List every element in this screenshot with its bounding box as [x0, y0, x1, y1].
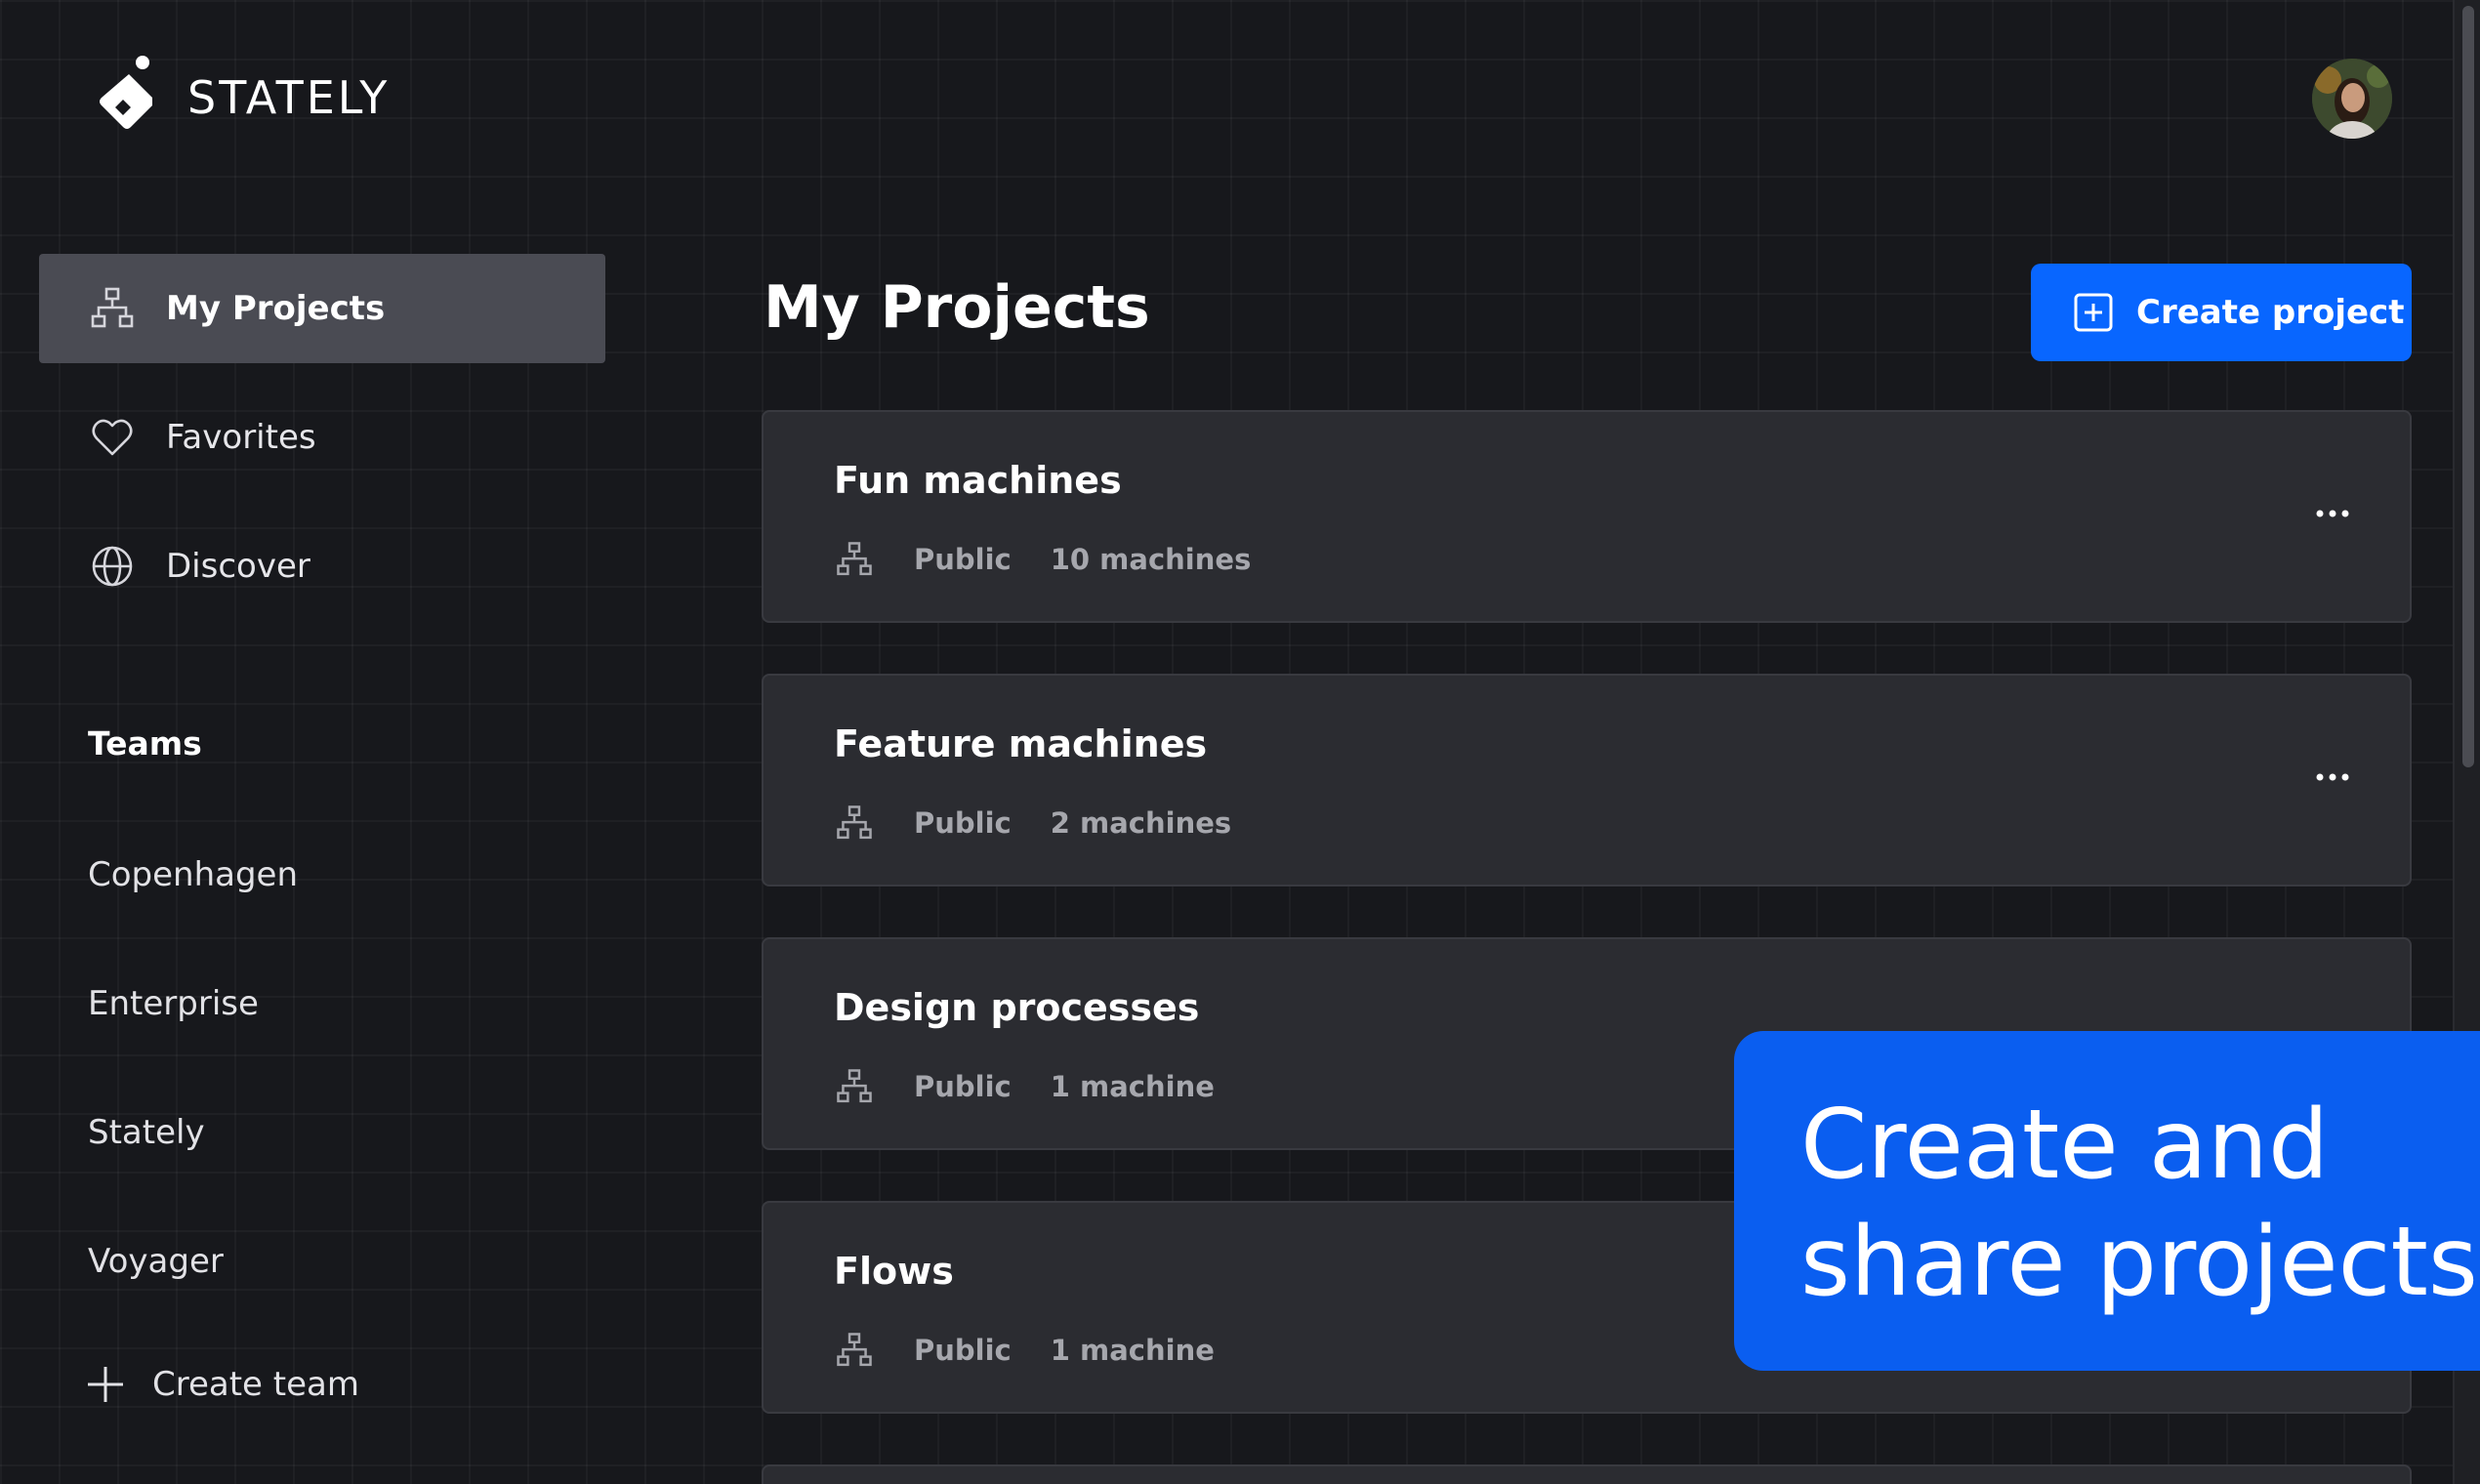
user-avatar[interactable]	[2312, 59, 2392, 139]
teams-heading: Teams	[88, 724, 202, 763]
project-card[interactable]: Fun machines Public 10 machines	[762, 410, 2412, 623]
stately-logo[interactable]: STATELY	[92, 53, 390, 143]
heart-icon	[90, 415, 135, 460]
avatar-image	[2312, 59, 2392, 139]
project-visibility: Public	[914, 806, 1012, 840]
project-meta: Public 2 machines	[836, 804, 1231, 842]
hierarchy-icon	[90, 286, 135, 331]
project-name: Fun machines	[834, 459, 1122, 502]
promo-banner: Create and share projects	[1734, 1031, 2480, 1371]
project-machine-count: 2 machines	[1050, 806, 1232, 840]
team-item-stately[interactable]: Stately	[88, 1113, 205, 1152]
promo-headline-line-1: Create and	[1800, 1090, 2330, 1201]
create-project-label: Create project	[2136, 293, 2405, 332]
project-machine-count: 10 machines	[1050, 543, 1252, 576]
plus-square-icon	[2074, 293, 2113, 332]
project-machine-count: 1 machine	[1050, 1070, 1215, 1103]
sidebar-item-label: Favorites	[166, 418, 316, 457]
sidebar-item-label: Discover	[166, 547, 310, 586]
hierarchy-icon	[837, 1333, 872, 1367]
hierarchy-icon	[837, 542, 872, 576]
project-meta: Public 1 machine	[836, 1068, 1215, 1105]
plus-icon	[88, 1367, 123, 1402]
project-visibility: Public	[914, 1070, 1012, 1103]
promo-headline-line-2: share projects	[1800, 1207, 2478, 1318]
scrollbar-thumb[interactable]	[2462, 6, 2474, 767]
create-team-button[interactable]: Create team	[84, 1363, 359, 1406]
team-item-voyager[interactable]: Voyager	[88, 1242, 224, 1281]
project-name: Feature machines	[834, 722, 1208, 765]
app-window: STATELY My Projects Favorites Discover T…	[0, 0, 2480, 1484]
project-machine-count: 1 machine	[1050, 1334, 1215, 1367]
project-card[interactable]	[762, 1464, 2412, 1484]
sidebar-item-label: My Projects	[166, 289, 386, 328]
project-meta: Public 10 machines	[836, 541, 1251, 578]
create-team-label: Create team	[152, 1365, 359, 1404]
globe-icon	[90, 544, 135, 589]
project-meta: Public 1 machine	[836, 1332, 1215, 1369]
sidebar-item-discover[interactable]: Discover	[39, 512, 605, 621]
hierarchy-icon	[837, 1069, 872, 1103]
team-item-copenhagen[interactable]: Copenhagen	[88, 855, 298, 894]
more-options-button[interactable]	[2306, 494, 2359, 533]
ellipsis-icon	[2316, 510, 2349, 517]
project-visibility: Public	[914, 1334, 1012, 1367]
more-options-button[interactable]	[2306, 758, 2359, 797]
project-name: Flows	[834, 1250, 954, 1293]
team-item-enterprise[interactable]: Enterprise	[88, 984, 259, 1023]
project-card[interactable]: Feature machines Public 2 machines	[762, 674, 2412, 886]
brand-name: STATELY	[187, 71, 391, 124]
project-name: Design processes	[834, 986, 1200, 1029]
stately-logo-icon	[100, 56, 152, 129]
project-visibility: Public	[914, 543, 1012, 576]
page-title: My Projects	[764, 273, 1150, 342]
sidebar-item-my-projects[interactable]: My Projects	[39, 254, 605, 363]
ellipsis-icon	[2316, 773, 2349, 781]
sidebar-item-favorites[interactable]: Favorites	[39, 383, 605, 492]
hierarchy-icon	[837, 805, 872, 840]
create-project-button[interactable]: Create project	[2031, 264, 2412, 361]
